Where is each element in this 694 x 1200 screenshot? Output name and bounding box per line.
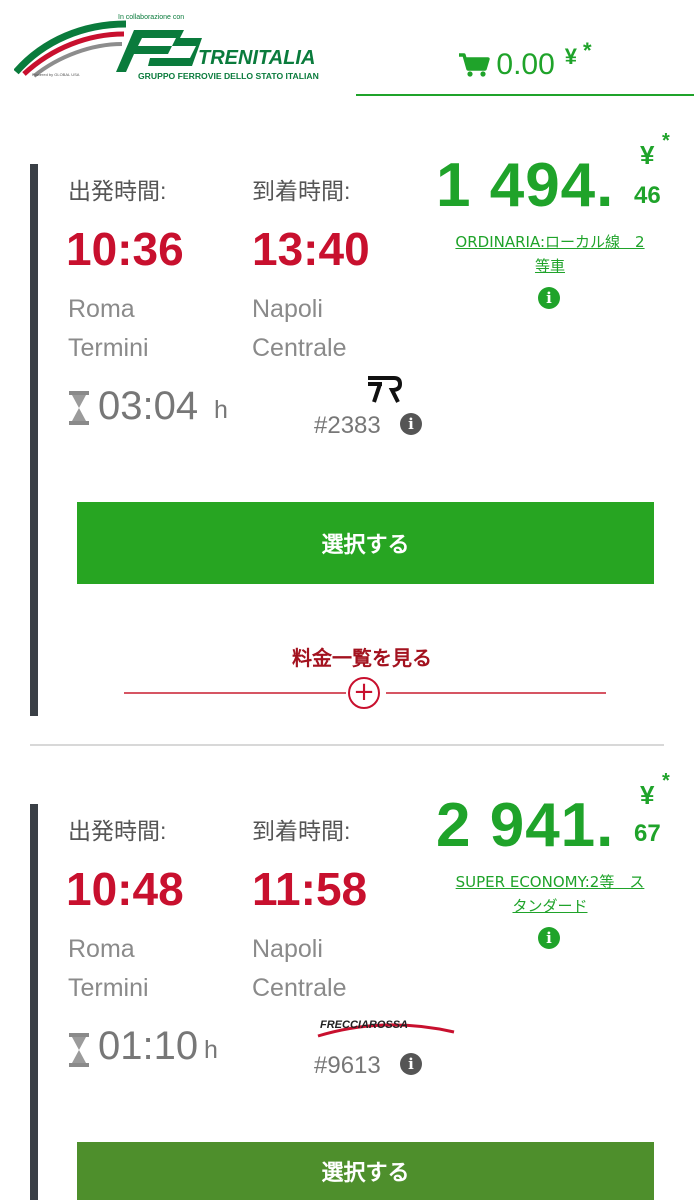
arrival-time: 11:58 [252, 863, 368, 915]
fare-class-line1: SUPER ECONOMY:2等 ス [455, 873, 645, 891]
train-number: #9613 [314, 1052, 381, 1079]
price-currency: ¥ [640, 780, 655, 810]
departure-label: 出発時間: [68, 818, 167, 844]
departure-station: Roma Termini [68, 930, 149, 1008]
hourglass-icon [69, 1033, 89, 1067]
price-cents: 67 [634, 820, 661, 847]
departure-station-line2: Termini [68, 974, 149, 1002]
duration: 01:10 [98, 1024, 199, 1068]
fare-class-link[interactable]: SUPER ECONOMY:2等 ス タンダード [436, 870, 664, 918]
price-star: * [662, 770, 670, 792]
frecciarossa-text: FRECCIAROSSA [320, 1019, 408, 1031]
departure-station-line1: Roma [68, 935, 135, 963]
result-card: 出発時間: 到着時間: 10:48 11:58 Roma Termini Nap… [0, 0, 694, 1200]
duration-unit: h [204, 1036, 218, 1064]
frecciarossa-logo-icon: FRECCIAROSSA [317, 1019, 455, 1038]
arrival-station-line2: Centrale [252, 974, 347, 1002]
fare-class-line2: タンダード [512, 897, 588, 915]
arrival-station-line1: Napoli [252, 935, 323, 963]
arrival-station: Napoli Centrale [252, 930, 347, 1008]
select-button[interactable]: 選択する [77, 1142, 654, 1200]
departure-time: 10:48 [66, 863, 184, 915]
price-integer: 2 941. [436, 791, 615, 860]
arrival-label: 到着時間: [252, 818, 351, 844]
card-side-bar [30, 804, 38, 1200]
train-info-icon[interactable]: i [400, 1053, 422, 1075]
fare-info-icon[interactable]: i [538, 927, 560, 949]
